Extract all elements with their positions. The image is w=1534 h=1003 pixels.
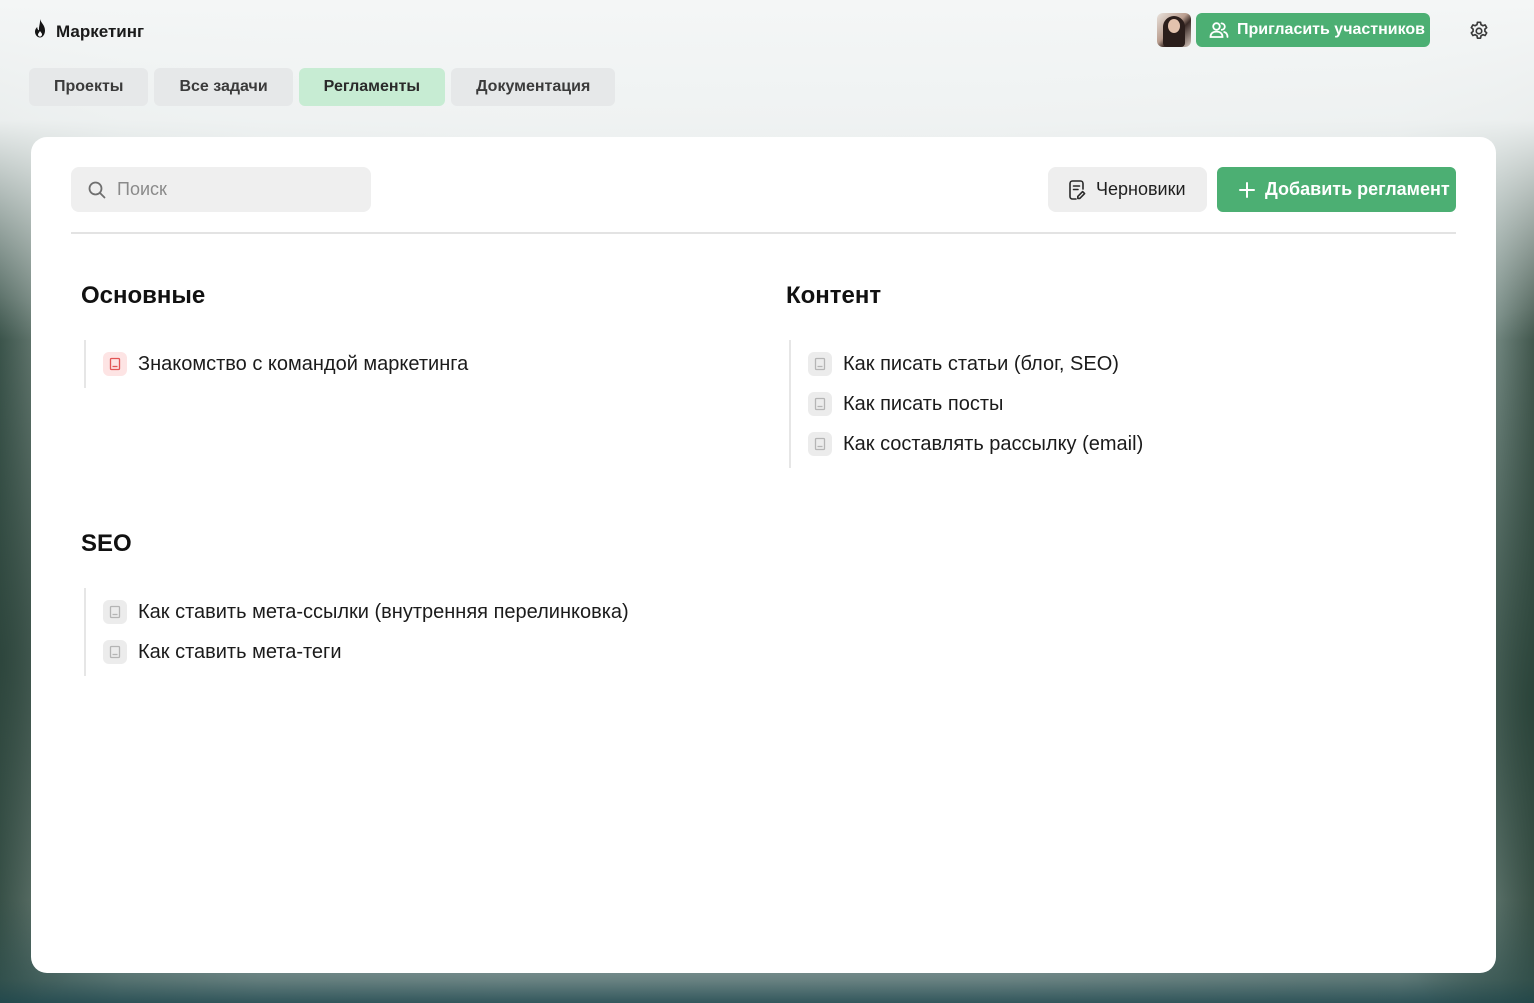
toolbar-divider xyxy=(71,232,1456,234)
document-icon xyxy=(808,392,832,416)
list-item-label: Знакомство с командой маркетинга xyxy=(138,352,469,375)
users-icon xyxy=(1209,21,1229,39)
document-icon xyxy=(103,352,127,376)
list-item-label: Как ставить мета-теги xyxy=(138,640,342,663)
add-regulation-button[interactable]: Добавить регламент xyxy=(1217,167,1456,212)
section-title: Контент xyxy=(786,282,882,309)
list-item-label: Как писать посты xyxy=(843,392,1004,415)
search-box[interactable] xyxy=(71,167,371,212)
search-icon xyxy=(87,180,107,200)
flame-icon xyxy=(30,18,50,45)
section-title: Основные xyxy=(81,282,206,309)
tab-regulations[interactable]: Регламенты xyxy=(298,68,446,106)
list-item[interactable]: Как составлять рассылку (email) xyxy=(808,424,1143,464)
tab-documentation[interactable]: Документация xyxy=(451,68,616,106)
main-tabs: Проекты Все задачи Регламенты Документац… xyxy=(29,68,616,106)
drafts-label: Черновики xyxy=(1096,179,1186,199)
workspace-name: Маркетинг xyxy=(56,21,145,41)
section-main: Основные Знакомство с командой маркетинг… xyxy=(81,282,468,388)
search-input[interactable] xyxy=(117,179,347,200)
tab-all-tasks[interactable]: Все задачи xyxy=(154,68,293,106)
document-icon xyxy=(808,432,832,456)
list-item[interactable]: Как ставить мета-теги xyxy=(103,632,629,672)
drafts-button[interactable]: Черновики xyxy=(1048,167,1207,212)
section-content: Контент Как писать статьи (блог, SEO) Ка… xyxy=(786,282,1143,468)
section-seo: SEO Как ставить мета-ссылки (внутренняя … xyxy=(81,530,629,676)
document-icon xyxy=(103,640,127,664)
workspace-title[interactable]: Маркетинг xyxy=(30,18,144,45)
gear-icon xyxy=(1468,20,1490,42)
list-item[interactable]: Как писать статьи (блог, SEO) xyxy=(808,344,1143,384)
document-icon xyxy=(808,352,832,376)
section-items: Как ставить мета-ссылки (внутренняя пере… xyxy=(84,588,629,676)
invite-members-label: Пригласить участников xyxy=(1237,21,1426,38)
list-item-label: Как писать статьи (блог, SEO) xyxy=(843,352,1119,375)
list-item[interactable]: Как ставить мета-ссылки (внутренняя пере… xyxy=(103,592,629,632)
add-regulation-label: Добавить регламент xyxy=(1265,179,1450,199)
section-items: Как писать статьи (блог, SEO) Как писать… xyxy=(789,340,1143,468)
invite-members-button[interactable]: Пригласить участников xyxy=(1196,13,1430,47)
section-title: SEO xyxy=(81,530,132,557)
top-bar: Маркетинг Пригласить участников xyxy=(0,0,1534,60)
list-item[interactable]: Знакомство с командой маркетинга xyxy=(103,344,468,384)
plus-icon xyxy=(1239,181,1255,198)
list-item-label: Как ставить мета-ссылки (внутренняя пере… xyxy=(138,600,629,623)
settings-button[interactable] xyxy=(1466,18,1492,44)
document-icon xyxy=(103,600,127,624)
list-item-label: Как составлять рассылку (email) xyxy=(843,432,1144,455)
tab-projects[interactable]: Проекты xyxy=(29,68,149,106)
avatar[interactable] xyxy=(1157,13,1191,47)
regulations-panel: Черновики Добавить регламент Основные Зн… xyxy=(31,137,1496,973)
draft-note-icon xyxy=(1067,179,1087,201)
list-item[interactable]: Как писать посты xyxy=(808,384,1143,424)
section-items: Знакомство с командой маркетинга xyxy=(84,340,468,388)
